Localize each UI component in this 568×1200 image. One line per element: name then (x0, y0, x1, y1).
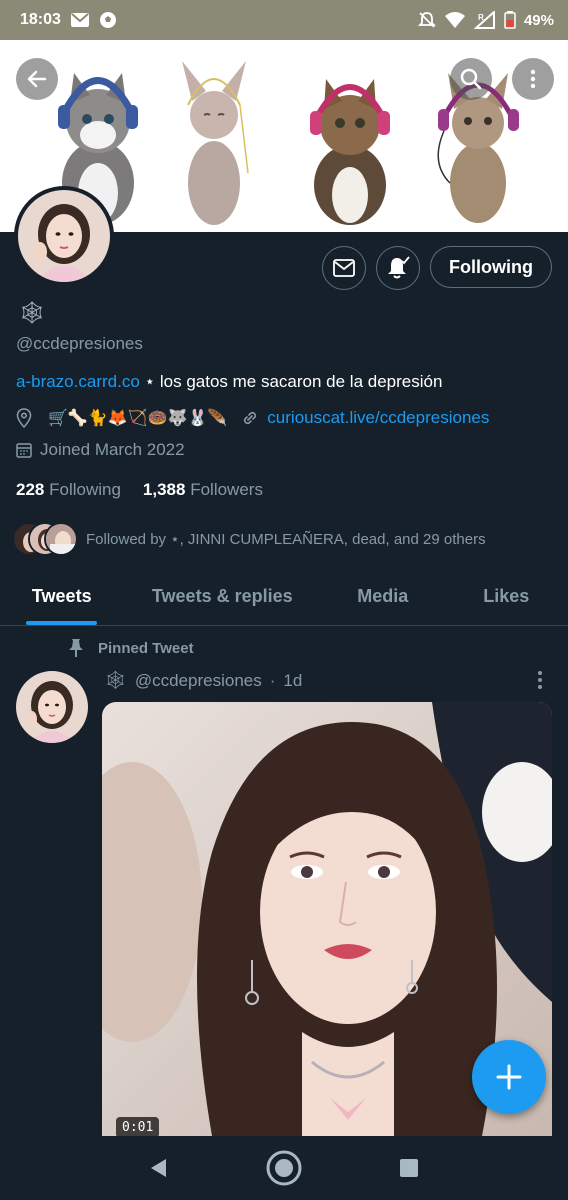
banner-cat-2 (182, 61, 249, 225)
followed-by-avatars (12, 522, 78, 556)
pin-icon (69, 639, 83, 657)
tweet-author-name[interactable]: 🕸 (104, 670, 127, 691)
website-link[interactable]: curiouscat.live/ccdepresiones (267, 408, 489, 428)
tweet-age: 1d (283, 670, 303, 690)
tab-media[interactable]: Media (321, 568, 444, 625)
mail-icon (70, 13, 89, 27)
bell-check-icon (388, 256, 410, 279)
search-icon (460, 68, 482, 90)
profile-bio: a-brazo.carrd.co ⋆ los gatos me sacaron … (16, 372, 442, 392)
arrow-left-icon (27, 70, 47, 88)
following-button[interactable]: Following (430, 246, 552, 288)
signal-icon: R (473, 11, 496, 29)
video-duration: 0:01 (116, 1117, 160, 1136)
profile-meta-location: 🛒🦴🐈🦊🏹🍩🐺🐰🪶 curiouscat.live/ccdepresiones (16, 408, 489, 428)
compose-tweet-button[interactable] (472, 1040, 546, 1114)
avatar (18, 190, 110, 282)
followers-count: 1,388 (142, 480, 186, 499)
nav-recents-icon[interactable] (398, 1157, 420, 1179)
link-icon (244, 411, 257, 425)
followed-by-text: Followed by ⋆, JINNI CUMPLEAÑERA, dead, … (86, 531, 486, 548)
profile-handle: @ccdepresiones (16, 334, 143, 353)
location-text: 🛒🦴🐈🦊🏹🍩🐺🐰🪶 (48, 410, 228, 427)
tweet-author-handle[interactable]: @ccdepresiones (135, 671, 262, 691)
back-button[interactable] (16, 58, 58, 100)
tweet-avatar[interactable] (16, 671, 88, 743)
nav-back-icon[interactable] (148, 1157, 170, 1179)
mute-icon (417, 11, 436, 29)
follow-counts: 228 Following 1,388 Followers (16, 480, 263, 500)
more-vertical-icon (530, 69, 536, 89)
followers-count-link[interactable]: 1,388 Followers (143, 480, 263, 500)
system-nav-bar (0, 1136, 568, 1200)
search-button[interactable] (450, 58, 492, 100)
followed-by[interactable]: Followed by ⋆, JINNI CUMPLEAÑERA, dead, … (12, 522, 486, 556)
nav-home-icon[interactable] (265, 1149, 303, 1187)
tab-likes[interactable]: Likes (445, 568, 568, 625)
plus-icon (496, 1064, 522, 1090)
profile-avatar[interactable] (14, 186, 114, 286)
followers-label: Followers (190, 480, 263, 499)
battery-percent: 49% (523, 11, 554, 29)
following-count: 228 (16, 480, 45, 499)
svg-text:R: R (478, 13, 484, 22)
bio-text: ⋆ los gatos me sacaron de la depresión (139, 372, 443, 391)
bio-link[interactable]: a-brazo.carrd.co (16, 372, 140, 391)
mini-avatar (44, 522, 78, 556)
location-pin-icon (16, 408, 32, 428)
wifi-icon (444, 11, 466, 29)
calendar-icon (16, 443, 32, 458)
message-button[interactable] (322, 246, 366, 290)
status-time: 18:03 (20, 11, 61, 28)
tweet-separator: · (269, 670, 276, 690)
battery-icon (504, 11, 516, 29)
pinned-label: Pinned Tweet (98, 639, 194, 657)
tab-tweets-replies[interactable]: Tweets & replies (123, 568, 321, 625)
pinned-indicator: Pinned Tweet (68, 638, 194, 658)
banner-cat-3 (310, 79, 390, 225)
more-button[interactable] (512, 58, 554, 100)
tweet-header: 🕸 @ccdepresiones · 1d (104, 670, 302, 691)
notifications-button[interactable] (376, 246, 420, 290)
joined-text: Joined March 2022 (40, 440, 185, 459)
soccer-ball-icon (99, 11, 117, 29)
following-label: Following (49, 480, 121, 499)
tweet-more-icon[interactable] (530, 668, 550, 692)
profile-meta-joined: Joined March 2022 (16, 440, 185, 460)
envelope-icon (333, 259, 355, 277)
display-name: 🕸 (18, 300, 46, 325)
following-count-link[interactable]: 228 Following (16, 480, 121, 500)
tab-tweets[interactable]: Tweets (0, 568, 123, 625)
profile-tabs: Tweets Tweets & replies Media Likes (0, 568, 568, 626)
status-bar: 18:03 R 49% (0, 0, 568, 40)
